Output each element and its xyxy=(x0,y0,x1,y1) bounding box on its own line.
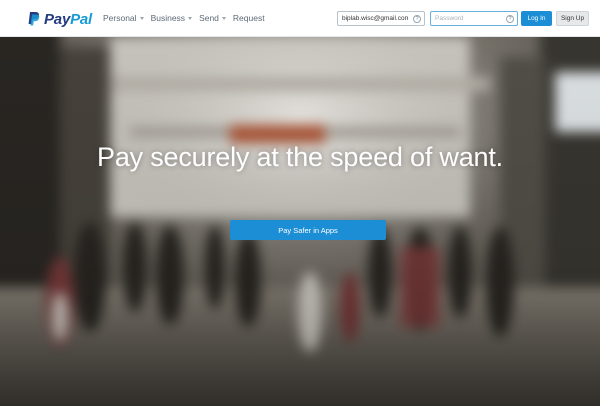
nav-item-label: Personal xyxy=(103,13,137,23)
chevron-down-icon xyxy=(188,16,193,20)
paypal-logo[interactable]: PayPal xyxy=(27,10,92,28)
password-input[interactable] xyxy=(435,12,501,25)
log-in-button[interactable]: Log In xyxy=(521,11,552,26)
nav-item-label: Business xyxy=(150,13,186,23)
hero-banner: Pay securely at the speed of want. Pay S… xyxy=(0,37,600,406)
paypal-wordmark: PayPal xyxy=(44,10,93,28)
nav-item-request[interactable]: Request xyxy=(233,13,265,23)
paypal-logo-icon xyxy=(28,12,40,26)
nav-item-label: Send xyxy=(199,13,219,23)
help-icon[interactable]: ? xyxy=(506,15,514,23)
chevron-down-icon xyxy=(221,16,226,20)
chevron-down-icon xyxy=(139,16,144,20)
sign-up-button[interactable]: Sign Up xyxy=(556,11,589,26)
nav-item-business[interactable]: Business xyxy=(151,13,193,23)
paypal-home-page: PayPal Personal Business Send Request ? xyxy=(0,0,600,406)
top-header: PayPal Personal Business Send Request ? xyxy=(0,0,600,37)
nav-item-label: Request xyxy=(232,13,265,23)
hero-headline: Pay securely at the speed of want. xyxy=(97,142,503,172)
nav-item-personal[interactable]: Personal xyxy=(103,13,144,23)
email-input[interactable] xyxy=(342,12,408,25)
nav-item-send[interactable]: Send xyxy=(199,13,226,23)
pay-safer-in-apps-button[interactable]: Pay Safer in Apps xyxy=(230,220,386,240)
password-field: ? xyxy=(430,11,518,26)
help-icon[interactable]: ? xyxy=(413,15,421,23)
main-nav: Personal Business Send Request xyxy=(103,13,265,23)
email-field: ? xyxy=(337,11,425,26)
